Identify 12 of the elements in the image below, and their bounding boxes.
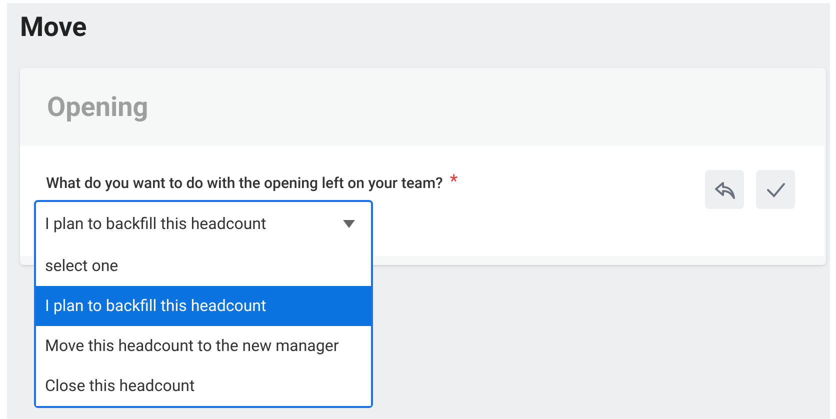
dropdown-option[interactable]: I plan to backfill this headcount	[36, 286, 371, 326]
card-title: Opening	[47, 90, 150, 124]
reply-arrow-icon	[714, 180, 736, 200]
page-title: Move	[20, 11, 88, 43]
dropdown-value: I plan to backfill this headcount	[45, 213, 266, 235]
undo-button[interactable]	[705, 170, 744, 209]
caret-icon	[343, 220, 355, 228]
required-mark: *	[450, 170, 458, 194]
confirm-button[interactable]	[756, 170, 795, 209]
dropdown[interactable]: I plan to backfill this headcount select one I plan to backfill this headcount Move this headcount to the new manager Close this headcount	[34, 200, 373, 408]
checkmark-icon	[766, 182, 786, 198]
question-label: What do you want to do with the opening left on your team?	[46, 173, 443, 194]
